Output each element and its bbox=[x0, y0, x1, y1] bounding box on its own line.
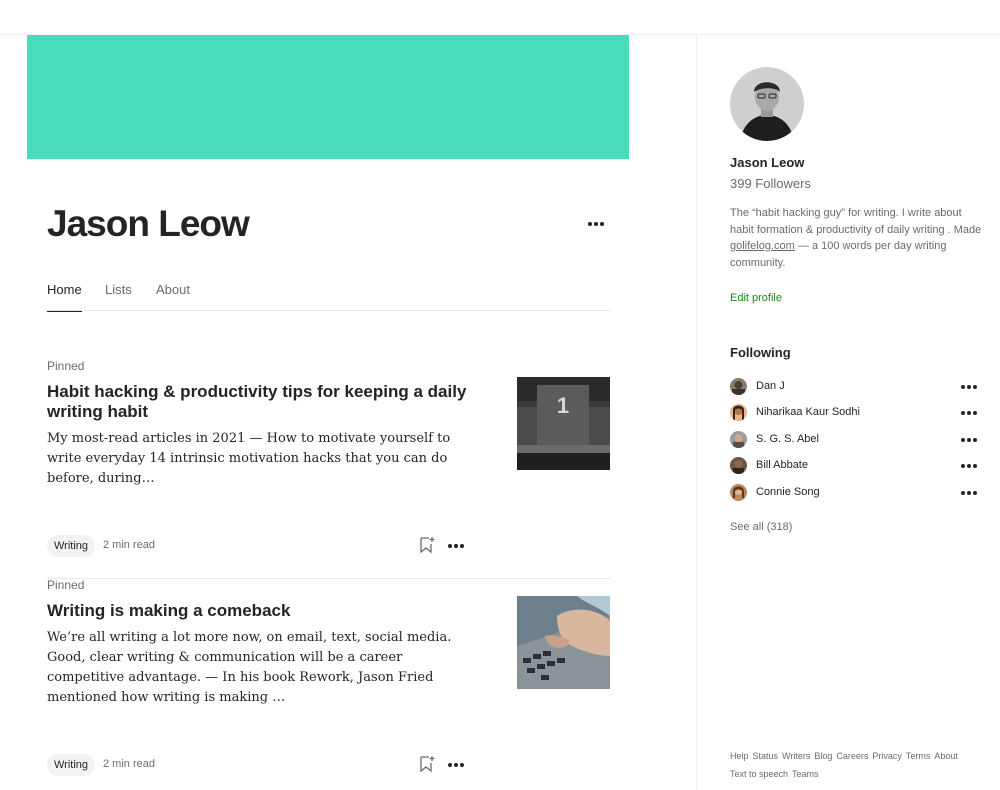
more-horizontal-icon[interactable] bbox=[957, 483, 981, 503]
following-heading: Following bbox=[730, 345, 791, 360]
more-horizontal-icon[interactable] bbox=[444, 755, 468, 775]
more-horizontal-icon[interactable] bbox=[957, 403, 981, 423]
following-name[interactable]: Connie Song bbox=[756, 486, 820, 498]
bio-text: The “habit hacking guy” for writing. I w… bbox=[730, 207, 982, 236]
following-name[interactable]: S. G. S. Abel bbox=[756, 433, 819, 445]
footer-link-text-to-speech[interactable]: Text to speech bbox=[730, 768, 788, 781]
sidebar-profile-name: Jason Leow bbox=[730, 155, 805, 170]
footer-link-about[interactable]: About bbox=[934, 750, 958, 763]
avatar bbox=[730, 404, 747, 421]
footer-link-writers[interactable]: Writers bbox=[782, 750, 810, 763]
article-meta: Writing 2 min read bbox=[47, 535, 472, 559]
tab-about[interactable]: About bbox=[156, 282, 190, 311]
following-item[interactable]: S. G. S. Abel bbox=[730, 430, 977, 450]
following-name[interactable]: Bill Abbate bbox=[756, 459, 808, 471]
svg-text:1: 1 bbox=[557, 393, 569, 418]
footer-link-blog[interactable]: Blog bbox=[814, 750, 832, 763]
footer-link-teams[interactable]: Teams bbox=[792, 768, 819, 781]
following-name[interactable]: Dan J bbox=[756, 380, 785, 392]
see-all-following-link[interactable]: See all (318) bbox=[730, 521, 792, 533]
avatar bbox=[730, 457, 747, 474]
article-excerpt[interactable]: My most-read articles in 2021 — How to m… bbox=[47, 429, 472, 489]
avatar bbox=[730, 378, 747, 395]
avatar bbox=[730, 431, 747, 448]
read-time: 2 min read bbox=[103, 539, 155, 551]
footer-link-help[interactable]: Help bbox=[730, 750, 749, 763]
more-horizontal-icon[interactable] bbox=[957, 377, 981, 397]
following-item[interactable]: Bill Abbate bbox=[730, 456, 977, 476]
read-time: 2 min read bbox=[103, 758, 155, 770]
following-item[interactable]: Connie Song bbox=[730, 483, 977, 503]
edit-profile-link[interactable]: Edit profile bbox=[730, 292, 782, 304]
pinned-label: Pinned bbox=[47, 578, 85, 592]
article-title[interactable]: Writing is making a comeback bbox=[47, 601, 487, 621]
pinned-label: Pinned bbox=[47, 359, 85, 373]
profile-tabs: Home Lists About bbox=[47, 282, 610, 312]
profile-avatar[interactable] bbox=[730, 67, 804, 141]
followers-count[interactable]: 399 Followers bbox=[730, 176, 811, 191]
sidebar-footer: Help Status Writers Blog Careers Privacy Terms… bbox=[730, 746, 990, 782]
profile-banner bbox=[27, 35, 629, 159]
more-horizontal-icon[interactable] bbox=[957, 456, 981, 476]
hands-typing-laptop-image[interactable] bbox=[517, 596, 610, 689]
following-item[interactable]: Niharikaa Kaur Sodhi bbox=[730, 403, 977, 423]
podium-number-one-image[interactable]: 1 bbox=[517, 377, 610, 470]
following-item[interactable]: Dan J bbox=[730, 377, 977, 397]
bookmark-add-icon[interactable] bbox=[419, 755, 435, 773]
footer-link-privacy[interactable]: Privacy bbox=[872, 750, 902, 763]
profile-bio: The “habit hacking guy” for writing. I w… bbox=[730, 205, 982, 271]
following-name[interactable]: Niharikaa Kaur Sodhi bbox=[756, 406, 860, 418]
more-horizontal-icon[interactable] bbox=[957, 430, 981, 450]
profile-name: Jason Leow bbox=[47, 203, 250, 244]
footer-link-status[interactable]: Status bbox=[753, 750, 779, 763]
main-content: Jason Leow Home Lists About Pinned Habit… bbox=[0, 35, 696, 790]
bio-link[interactable]: golifelog.com bbox=[730, 240, 795, 252]
top-navigation-bar bbox=[0, 0, 1000, 35]
tag-chip[interactable]: Writing bbox=[47, 535, 96, 557]
more-horizontal-icon[interactable] bbox=[444, 536, 468, 556]
article-excerpt[interactable]: We’re all writing a lot more now, on ema… bbox=[47, 628, 472, 708]
profile-sidebar: Jason Leow 399 Followers The “habit hack… bbox=[696, 35, 1000, 790]
avatar bbox=[730, 484, 747, 501]
article-title[interactable]: Habit hacking & productivity tips for ke… bbox=[47, 382, 487, 422]
tab-home[interactable]: Home bbox=[47, 282, 82, 312]
footer-link-careers[interactable]: Careers bbox=[836, 750, 868, 763]
article-card: Pinned Writing is making a comeback We’r… bbox=[47, 578, 610, 790]
footer-link-terms[interactable]: Terms bbox=[906, 750, 931, 763]
article-card: Pinned Habit hacking & productivity tips… bbox=[47, 359, 610, 579]
article-meta: Writing 2 min read bbox=[47, 754, 472, 778]
tag-chip[interactable]: Writing bbox=[47, 754, 96, 776]
bookmark-add-icon[interactable] bbox=[419, 536, 435, 554]
tab-lists[interactable]: Lists bbox=[105, 282, 132, 311]
profile-more-icon[interactable] bbox=[584, 214, 608, 234]
